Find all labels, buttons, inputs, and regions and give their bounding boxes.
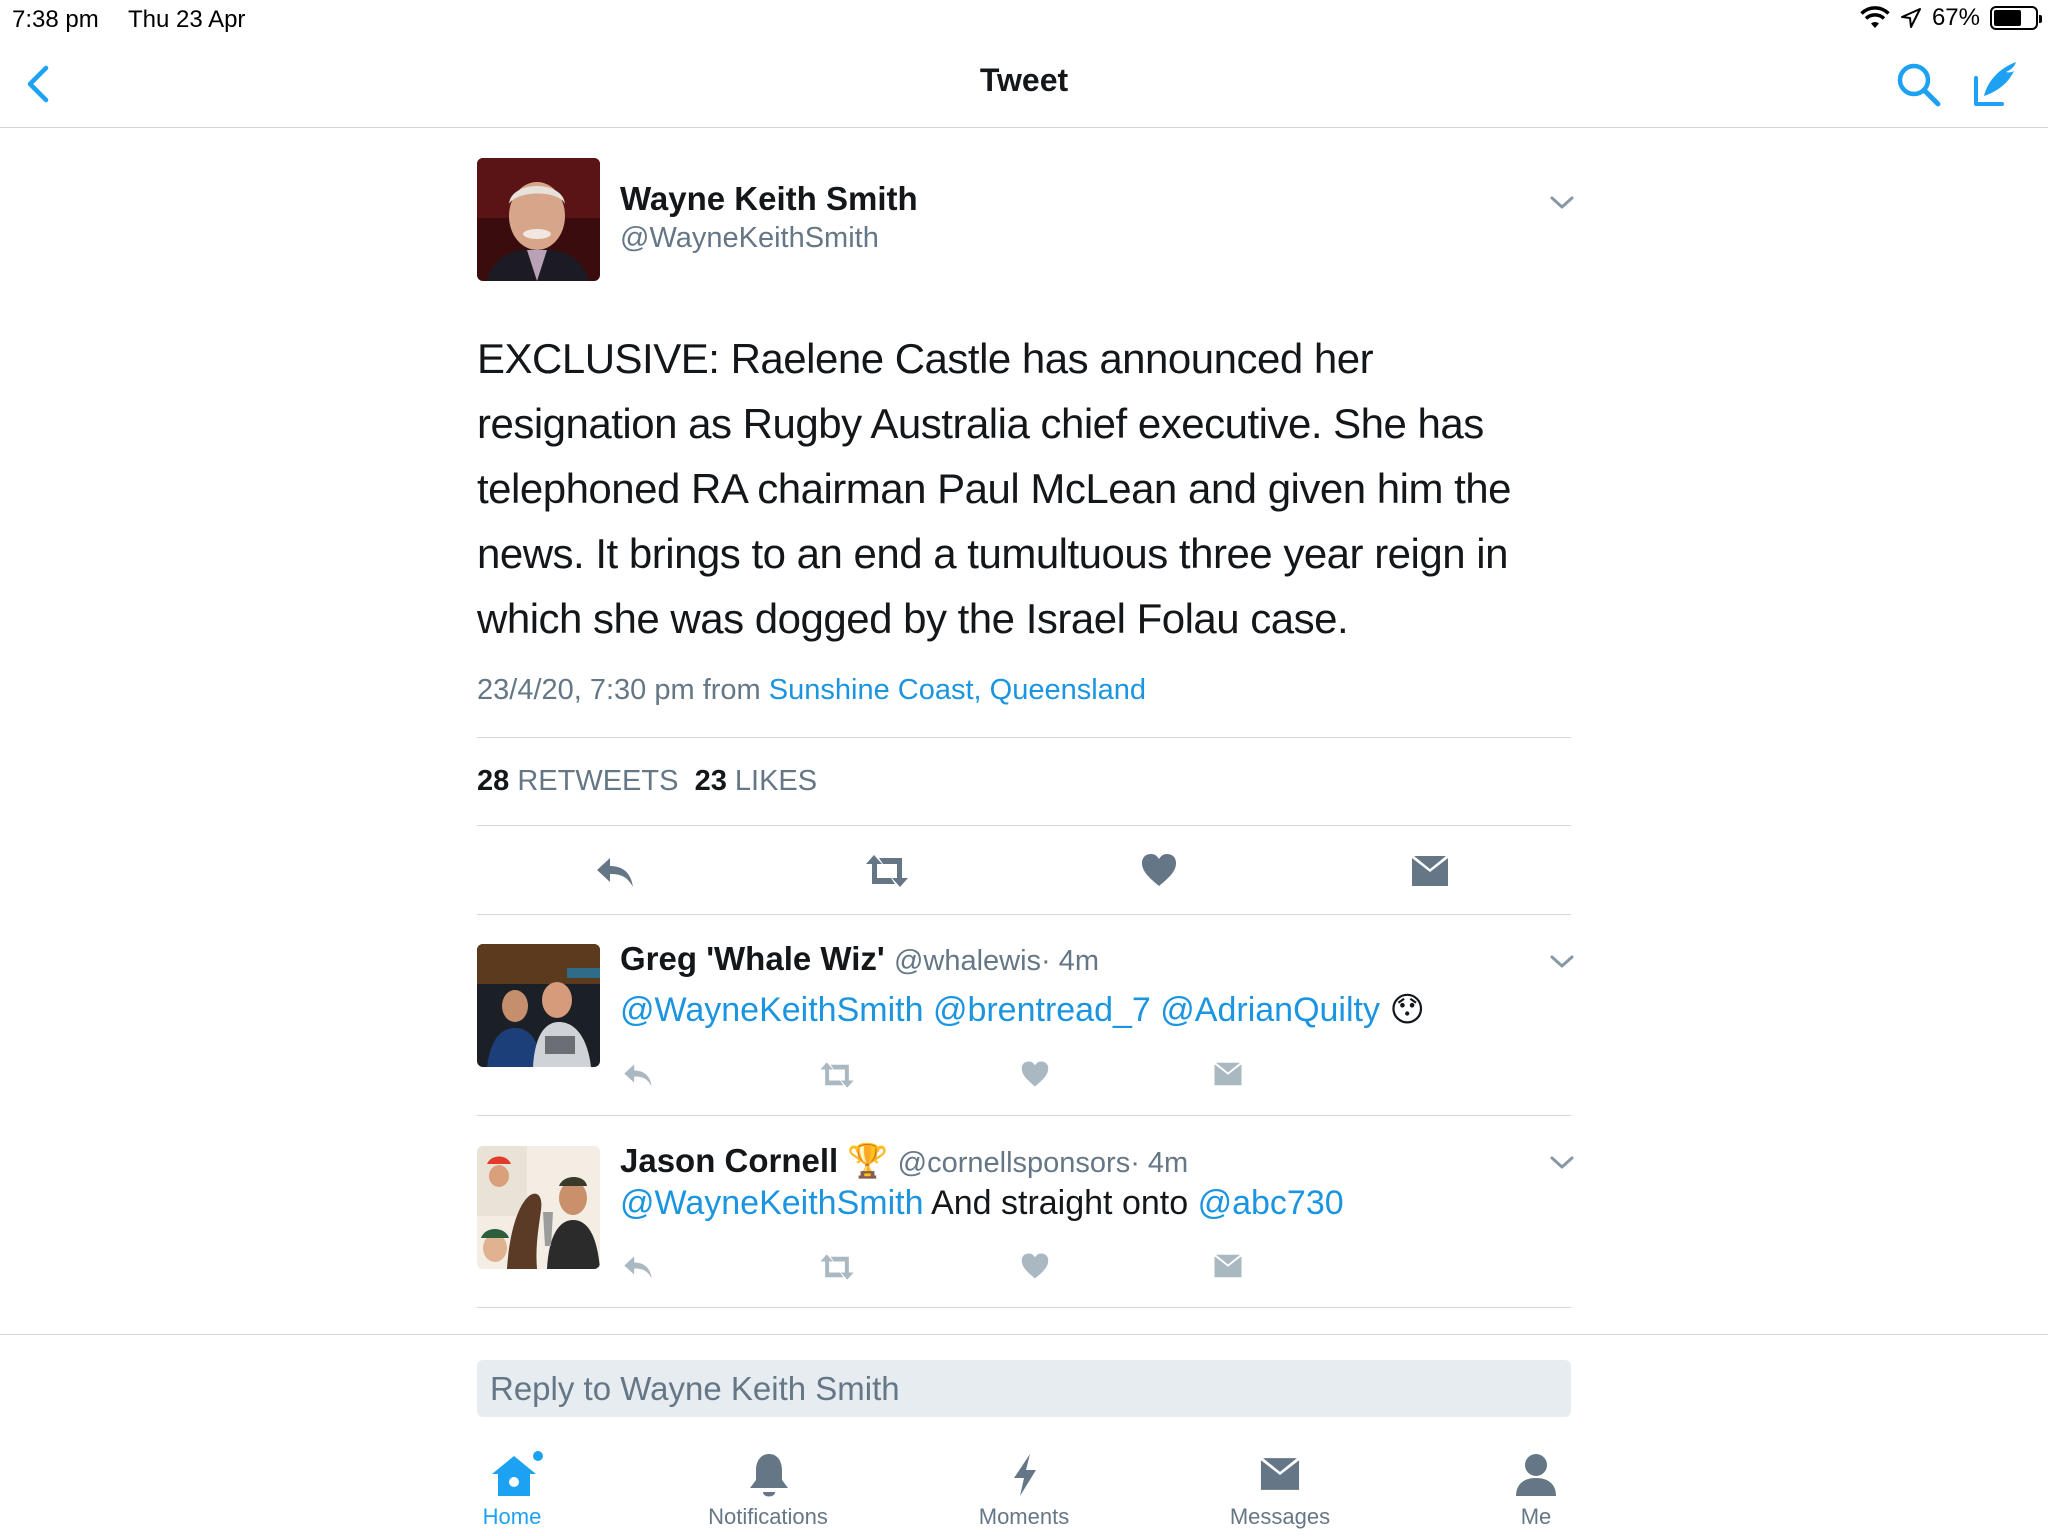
divider — [477, 1115, 1571, 1116]
compose-icon[interactable] — [1970, 58, 2022, 110]
battery-percent: 67% — [1931, 4, 1980, 31]
author-name[interactable]: Wayne Keith Smith — [620, 180, 918, 218]
location-arrow-icon — [1900, 8, 1921, 28]
page-title: Tweet — [979, 62, 1069, 98]
status-date: Thu 23 Apr — [128, 6, 246, 33]
trophy-icon: 🏆 — [847, 1142, 889, 1179]
like-icon[interactable] — [1020, 1060, 1050, 1088]
divider — [477, 825, 1571, 826]
like-icon[interactable] — [1140, 852, 1178, 888]
tab-label: Moments — [978, 1504, 1070, 1529]
tweet-location-link[interactable]: Sunshine Coast, Queensland — [769, 674, 1146, 706]
mention-link[interactable]: @WayneKeithSmith — [620, 991, 923, 1029]
retweets-label: RETWEETS — [517, 765, 679, 797]
status-bar: 7:38 pm Thu 23 Apr 67% — [0, 0, 2048, 42]
reply-body: And straight onto — [931, 1184, 1189, 1222]
nav-bar: Tweet — [0, 42, 2048, 128]
divider — [477, 1307, 1571, 1308]
author-avatar[interactable] — [477, 158, 600, 281]
chevron-down-icon[interactable] — [1548, 1154, 1576, 1172]
tweet-meta: 23/4/20, 7:30 pm from Sunshine Coast, Qu… — [477, 674, 1146, 707]
divider — [477, 914, 1571, 915]
tweet-timestamp: 23/4/20, 7:30 pm — [477, 674, 695, 706]
envelope-icon — [1260, 1458, 1300, 1490]
wifi-icon — [1860, 6, 1890, 28]
bell-icon — [750, 1454, 788, 1497]
author-handle[interactable]: @WayneKeithSmith — [620, 222, 879, 255]
search-icon[interactable] — [1894, 60, 1944, 110]
tweet-text: EXCLUSIVE: Raelene Castle has announced … — [477, 335, 1512, 642]
chevron-down-icon[interactable] — [1548, 194, 1576, 212]
tab-label: Me — [1520, 1504, 1552, 1529]
reply-input[interactable]: Reply to Wayne Keith Smith — [477, 1360, 1571, 1417]
retweets-count: 28 — [477, 765, 510, 797]
retweet-icon[interactable] — [818, 1060, 856, 1090]
status-indicators: 67% — [1860, 4, 2042, 32]
direct-message-icon[interactable] — [1213, 1253, 1243, 1279]
direct-message-icon[interactable] — [1213, 1061, 1243, 1087]
divider — [0, 1334, 2048, 1335]
from-label: from — [702, 674, 761, 706]
reply-text: @WayneKeithSmith And straight onto @abc7… — [620, 1184, 1344, 1223]
reply-author-name[interactable]: Greg 'Whale Wiz' — [620, 940, 885, 977]
home-icon — [492, 1451, 543, 1496]
likes-label: LIKES — [734, 765, 818, 797]
like-icon[interactable] — [1020, 1252, 1050, 1280]
reply-author-name[interactable]: Jason Cornell — [620, 1142, 838, 1179]
emoji: 😯 — [1389, 991, 1425, 1029]
battery-level — [1994, 10, 2021, 26]
reply-avatar[interactable] — [477, 944, 600, 1067]
divider — [477, 737, 1571, 738]
reply-time: · 4m — [1130, 1147, 1189, 1179]
mention-link[interactable]: @WayneKeithSmith — [620, 1184, 923, 1222]
likes-stat[interactable]: 23 LIKES — [695, 765, 818, 797]
battery-icon — [1990, 6, 2042, 30]
reply-author[interactable]: Jason Cornell 🏆 @cornellsponsors· 4m — [620, 1142, 1188, 1181]
mention-link[interactable]: @abc730 — [1198, 1184, 1344, 1222]
reply-icon[interactable] — [594, 854, 636, 890]
chevron-down-icon[interactable] — [1548, 953, 1576, 971]
mention-link[interactable]: @brentread_7 — [933, 991, 1151, 1029]
tweet-stats: 28 RETWEETS 23 LIKES — [477, 765, 817, 798]
status-time: 7:38 pm — [12, 6, 99, 33]
reply-author-handle[interactable]: @whalewis — [894, 945, 1041, 977]
mention-link[interactable]: @AdrianQuilty — [1160, 991, 1380, 1029]
tab-label: Home — [482, 1504, 542, 1529]
person-icon — [1516, 1454, 1556, 1496]
reply-icon[interactable] — [622, 1061, 654, 1089]
tab-label: Notifications — [708, 1504, 828, 1529]
reply-time: · 4m — [1041, 945, 1100, 977]
likes-count: 23 — [694, 765, 727, 797]
retweets-stat[interactable]: 28 RETWEETS — [477, 765, 678, 797]
reply-avatar[interactable] — [477, 1146, 600, 1269]
reply-author[interactable]: Greg 'Whale Wiz' @whalewis· 4m — [620, 940, 1099, 978]
reply-text: @WayneKeithSmith @brentread_7 @AdrianQui… — [620, 990, 1425, 1030]
retweet-icon[interactable] — [864, 852, 910, 890]
tab-label: Messages — [1229, 1504, 1331, 1529]
reply-icon[interactable] — [622, 1253, 654, 1281]
reply-author-handle[interactable]: @cornellsponsors — [898, 1147, 1131, 1179]
retweet-icon[interactable] — [818, 1252, 856, 1282]
direct-message-icon[interactable] — [1410, 854, 1450, 888]
lightning-icon — [1014, 1454, 1036, 1496]
